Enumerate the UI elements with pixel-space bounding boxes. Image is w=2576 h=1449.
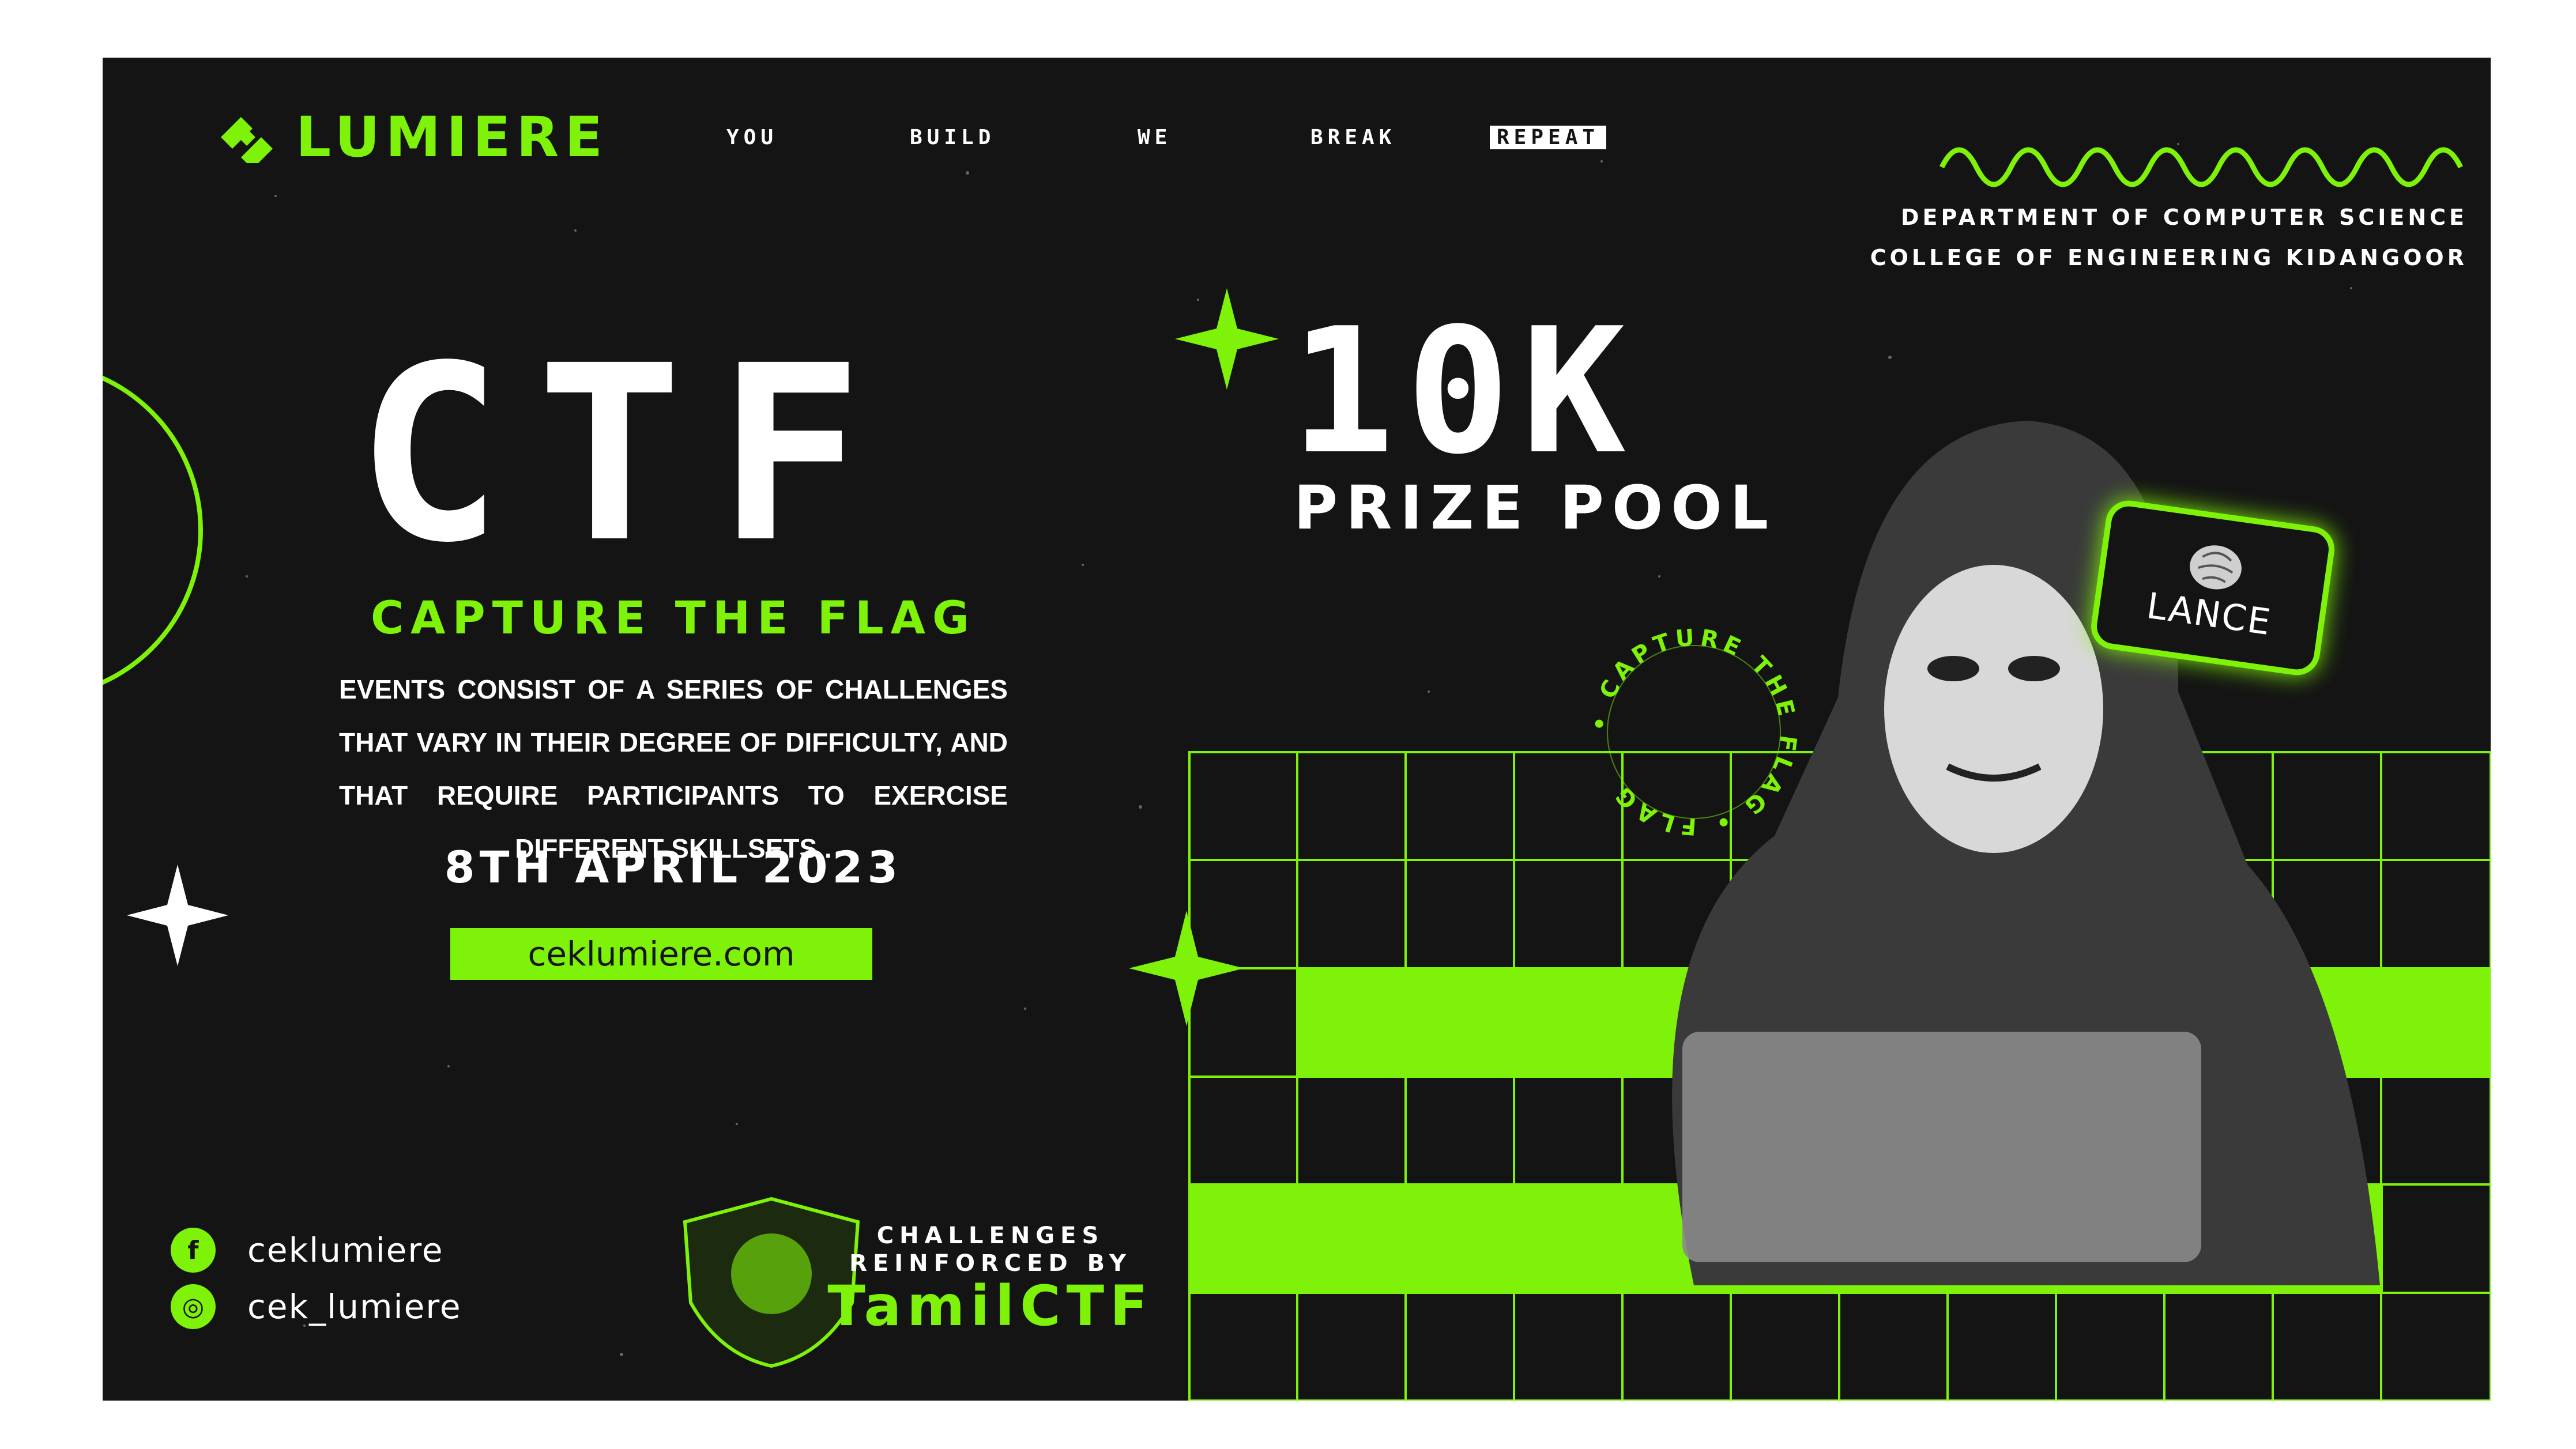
facebook-handle: ceklumiere <box>247 1231 444 1270</box>
partner-caption: CHALLENGES REINFORCED BY <box>841 1222 1140 1277</box>
svg-text:• CAPTURE THE FLAG • FLAG: • CAPTURE THE FLAG • FLAG <box>1586 624 1801 840</box>
lumiere-logo-icon <box>221 117 273 163</box>
brand-logo[interactable]: LUMIERE <box>215 105 608 169</box>
hero-subtitle: CAPTURE THE FLAG <box>370 593 977 644</box>
department-name: DEPARTMENT OF COMPUTER SCIENCE <box>1900 205 2468 230</box>
sparkle-star-white-icon <box>127 865 228 966</box>
sparkle-star-icon <box>1129 288 1279 1026</box>
social-facebook[interactable]: f ceklumiere <box>171 1228 444 1273</box>
circular-badge: • CAPTURE THE FLAG • FLAG <box>1586 624 1801 840</box>
nav-item-build[interactable]: BUILD <box>910 126 995 149</box>
partner-caption-line2: REINFORCED BY <box>849 1250 1132 1277</box>
website-link[interactable]: ceklumiere.com <box>450 928 872 980</box>
event-date: 8TH APRIL 2023 <box>444 842 903 893</box>
prize-amount: 10K <box>1290 291 1637 492</box>
neon-arc <box>103 375 203 685</box>
nav-item-we[interactable]: WE <box>1138 126 1172 149</box>
instagram-icon: ◎ <box>171 1284 216 1329</box>
sponsor-name: LANCE <box>2144 584 2274 643</box>
neon-wave <box>1939 147 2464 187</box>
sponsor-badge: LANCE <box>2088 497 2338 678</box>
college-name: COLLEGE OF ENGINEERING KIDANGOOR <box>1870 245 2468 270</box>
brain-icon <box>2190 545 2242 590</box>
ctf-poster: • CAPTURE THE FLAG • FLAG LUMIERE YOU BU… <box>103 58 2491 1401</box>
social-instagram[interactable]: ◎ cek_lumiere <box>171 1284 462 1329</box>
nav-item-break[interactable]: BREAK <box>1310 126 1396 149</box>
nav-item-repeat[interactable]: REPEAT <box>1490 126 1607 149</box>
partner-name: TamilCTF <box>827 1274 1154 1338</box>
facebook-icon: f <box>171 1228 216 1273</box>
partner-caption-line1: CHALLENGES <box>876 1222 1105 1249</box>
hero-title: CTF <box>356 314 898 596</box>
prize-label: PRIZE POOL <box>1294 473 1776 543</box>
nav-item-you[interactable]: YOU <box>726 126 778 149</box>
badge-text: • CAPTURE THE FLAG • FLAG <box>1586 624 1797 840</box>
brand-name: LUMIERE <box>296 105 609 169</box>
instagram-handle: cek_lumiere <box>247 1287 462 1326</box>
